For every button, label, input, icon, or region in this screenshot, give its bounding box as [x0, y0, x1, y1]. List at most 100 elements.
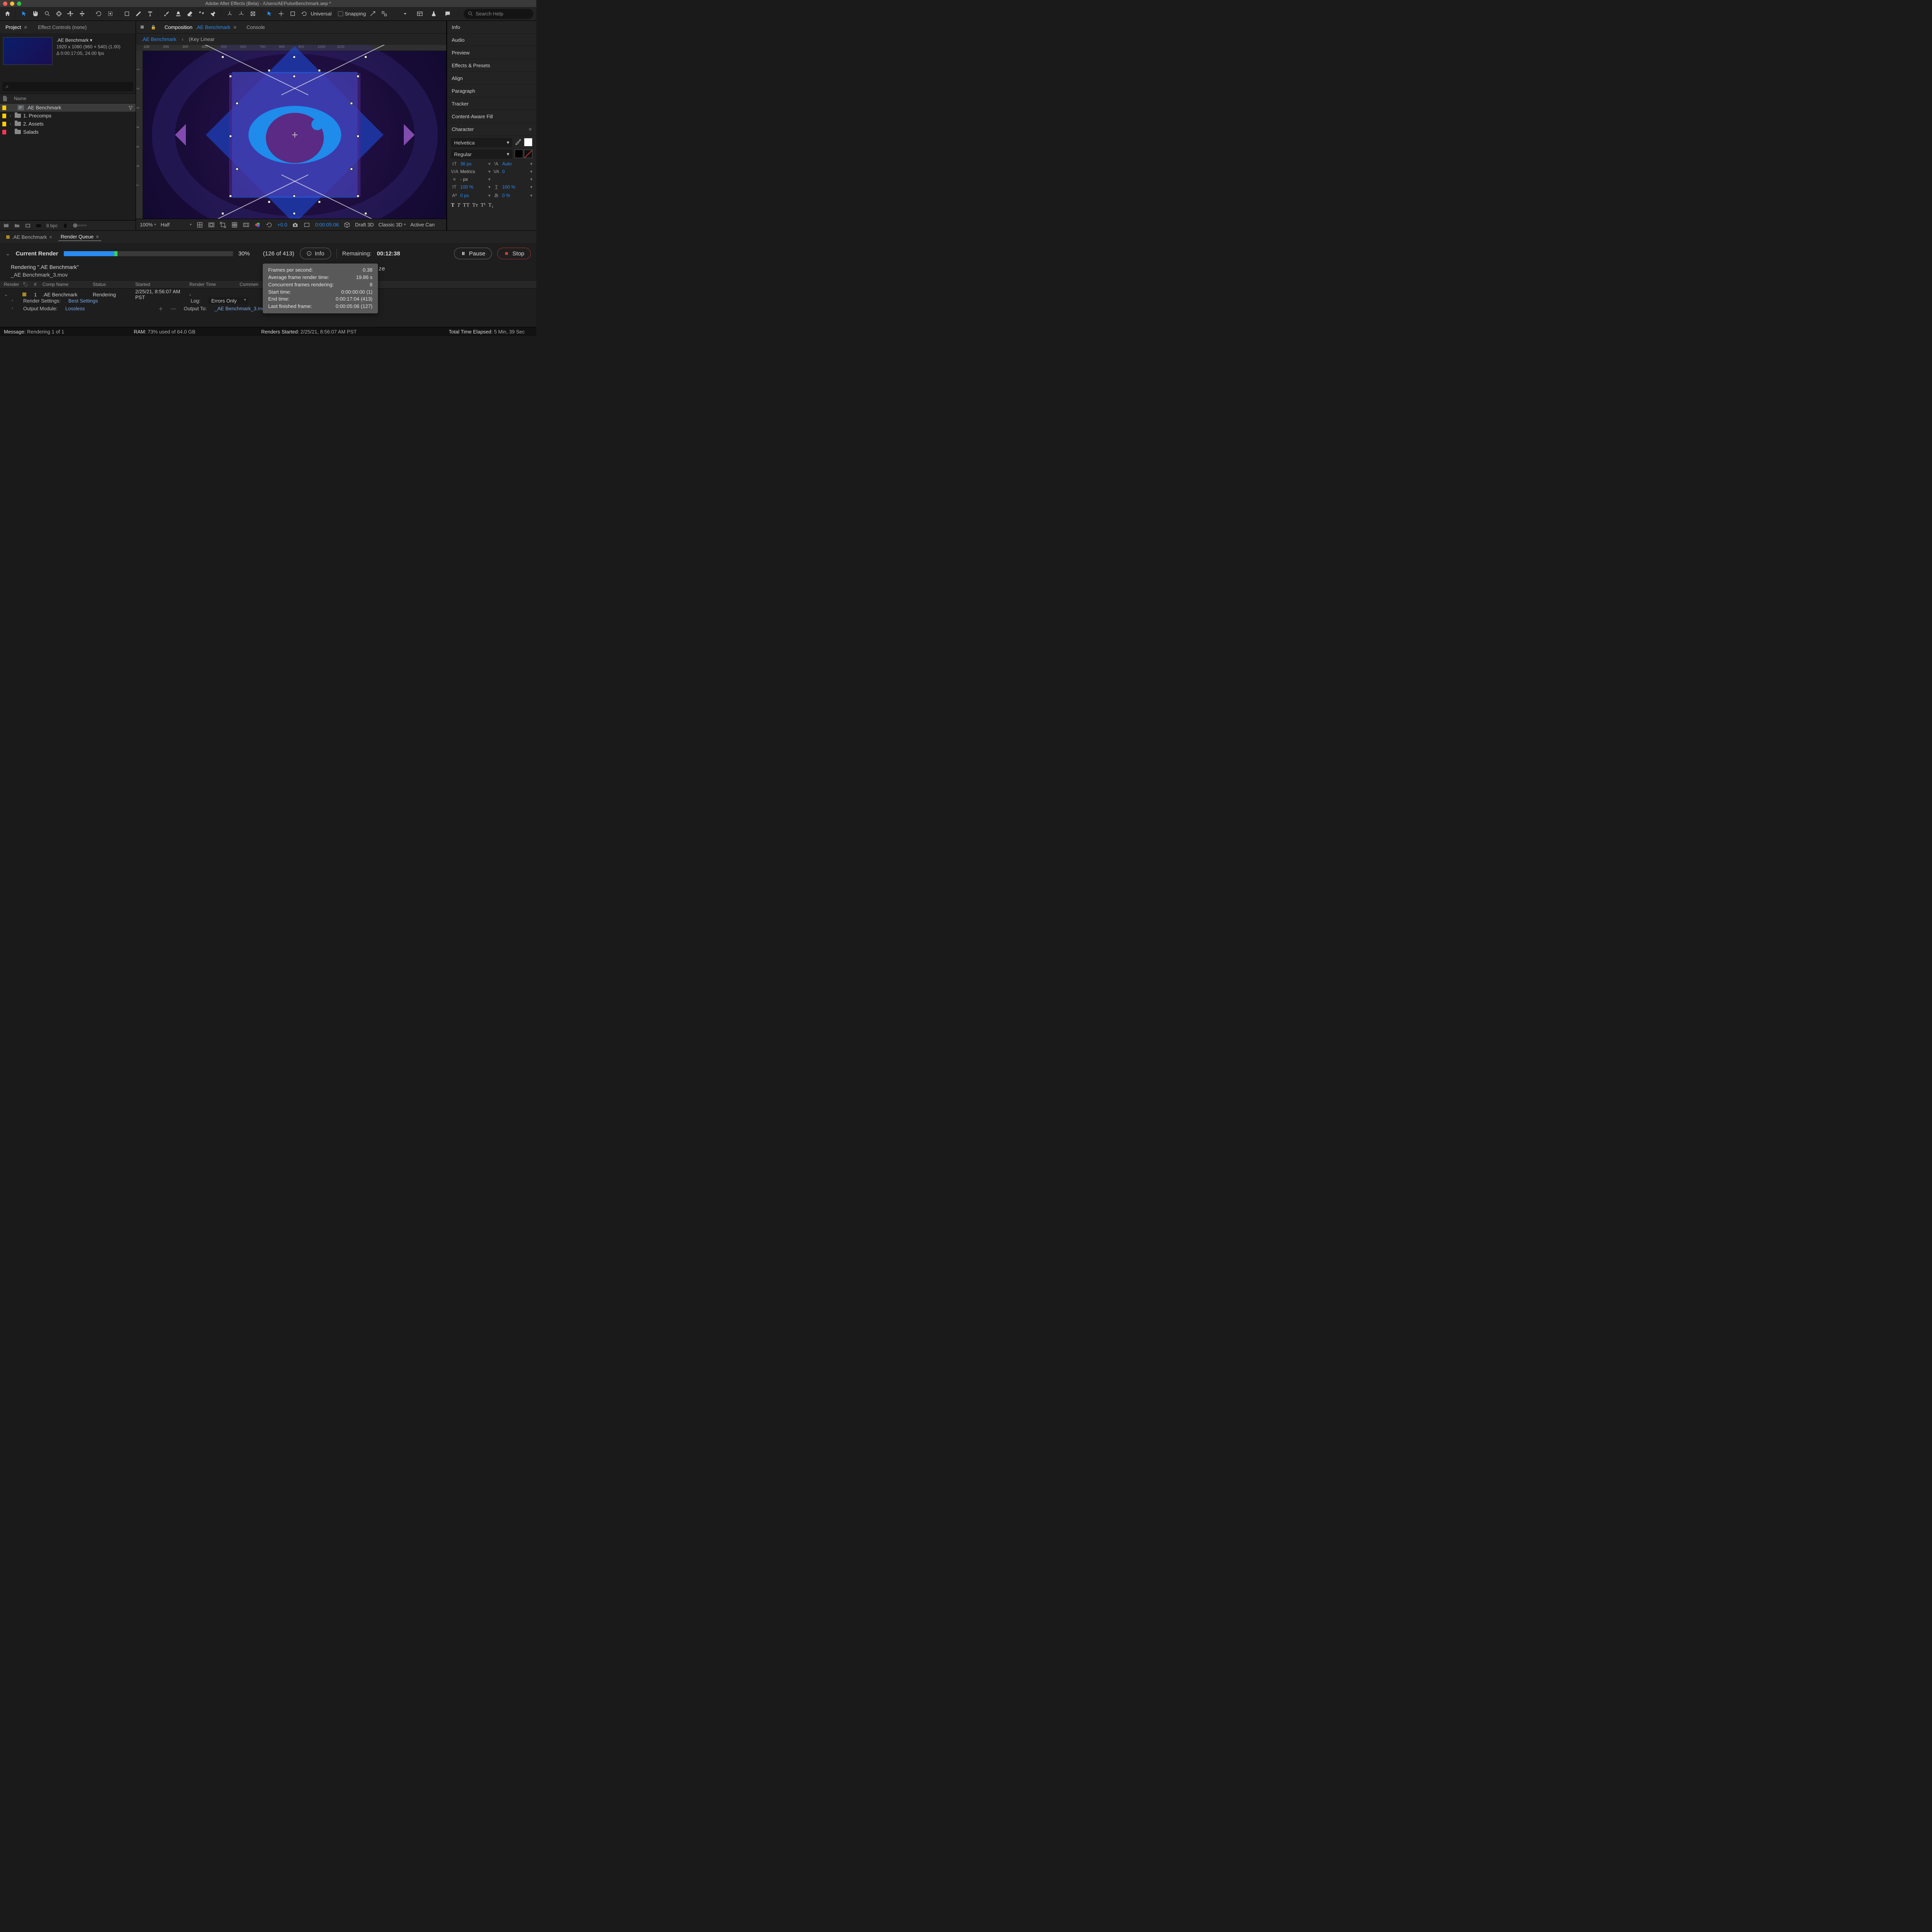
tsume-field[interactable]: あ0 %▾	[493, 192, 533, 199]
kerning-field[interactable]: V/AMetrics▾	[451, 169, 491, 174]
lock-icon[interactable]: 🔒	[151, 25, 156, 30]
eraser-tool-icon[interactable]	[185, 9, 195, 19]
output-to-value[interactable]: _AE Benchmark_3.mov	[214, 306, 267, 311]
stop-button[interactable]: Stop	[497, 248, 531, 259]
panel-preview[interactable]: Preview	[447, 46, 536, 59]
panel-content-aware[interactable]: Content-Aware Fill	[447, 110, 536, 123]
composition-canvas[interactable]	[143, 51, 446, 219]
snap-cross-icon[interactable]	[276, 9, 286, 19]
label-column-icon[interactable]	[3, 96, 7, 101]
panel-tracker[interactable]: Tracker	[447, 97, 536, 110]
baseline-field[interactable]: Aª0 px▾	[451, 192, 491, 199]
disclosure-icon[interactable]: ⌄	[5, 250, 10, 257]
bold-button[interactable]: T	[451, 202, 454, 209]
panel-align[interactable]: Align	[447, 72, 536, 85]
panel-menu-icon[interactable]: ≡	[96, 234, 99, 240]
composition-thumbnail[interactable]	[3, 37, 53, 65]
chevron-left-icon[interactable]: ‹	[182, 36, 183, 42]
overflow-icon[interactable]	[401, 9, 411, 19]
name-column-header[interactable]: Name	[14, 96, 26, 101]
zoom-dropdown[interactable]: 100%▾	[140, 222, 156, 228]
comp-nav-link[interactable]: .AE Benchmark	[141, 36, 176, 42]
trash-icon[interactable]	[62, 223, 68, 229]
home-icon[interactable]	[2, 9, 12, 19]
roto-tool-icon[interactable]	[196, 9, 206, 19]
axis-mode-label[interactable]: Universal	[311, 11, 332, 17]
mask-toggle-icon[interactable]	[208, 221, 215, 228]
log-dropdown[interactable]: Errors Only	[208, 298, 248, 304]
panel-paragraph[interactable]: Paragraph	[447, 85, 536, 97]
pen-tool-icon[interactable]	[133, 9, 143, 19]
clone-tool-icon[interactable]	[173, 9, 183, 19]
font-style-dropdown[interactable]: Regular▾	[451, 150, 512, 159]
workspace-icon[interactable]	[415, 9, 425, 19]
new-folder-icon[interactable]	[14, 223, 20, 229]
rotation-tool-icon[interactable]	[94, 9, 104, 19]
add-output-icon[interactable]: ＋	[158, 305, 163, 312]
leading-field[interactable]: ᵗAAuto▾	[493, 161, 533, 167]
project-item-folder[interactable]: › 2. Assets	[0, 120, 136, 128]
draft3d-toggle[interactable]: Draft 3D	[355, 222, 374, 228]
eyedropper-icon[interactable]	[515, 138, 522, 145]
thumbnail-size-slider[interactable]	[73, 224, 87, 226]
flowchart-icon[interactable]	[128, 105, 133, 111]
exposure-value[interactable]: +0.0	[277, 222, 287, 228]
renderer-dropdown[interactable]: Classic 3D▾	[378, 222, 406, 228]
italic-button[interactable]: T	[457, 202, 460, 209]
tab-timeline[interactable]: .AE Benchmark ×	[4, 233, 54, 241]
hand-tool-icon[interactable]	[31, 9, 41, 19]
tab-project[interactable]: Project≡	[4, 24, 29, 30]
fill-color-swatch[interactable]	[524, 138, 532, 146]
font-size-field[interactable]: τT36 px▾	[451, 161, 491, 167]
dolly-tool-icon[interactable]	[77, 9, 87, 19]
shape-tool-icon[interactable]	[122, 9, 132, 19]
flask-icon[interactable]	[429, 9, 439, 19]
new-comp-icon[interactable]	[25, 223, 31, 229]
fill-stroke-swatches[interactable]	[524, 138, 532, 147]
reset-exposure-icon[interactable]	[266, 221, 273, 228]
panel-menu-icon[interactable]: ≡	[24, 24, 27, 30]
snap-rotate-icon[interactable]	[299, 9, 309, 19]
project-item-folder[interactable]: › 1. Precomps	[0, 112, 136, 120]
macos-zoom[interactable]	[17, 2, 21, 6]
panel-effects-presets[interactable]: Effects & Presets	[447, 59, 536, 72]
selection-tool-icon[interactable]	[19, 9, 29, 19]
pause-button[interactable]: Pause	[454, 248, 492, 259]
font-family-dropdown[interactable]: Helvetica▾	[451, 138, 512, 147]
axis-world-icon[interactable]	[236, 9, 246, 19]
color-depth-icon[interactable]	[36, 223, 42, 229]
snap-grid-icon[interactable]	[379, 9, 389, 19]
current-timecode[interactable]: 0:00:05:06	[315, 222, 338, 228]
text-tool-icon[interactable]	[145, 9, 155, 19]
brush-tool-icon[interactable]	[162, 9, 172, 19]
disclosure-icon[interactable]: ›	[12, 298, 15, 303]
tab-effect-controls[interactable]: Effect Controls (none)	[36, 24, 88, 30]
macos-minimize[interactable]	[10, 2, 14, 6]
search-help-input[interactable]: Search Help	[464, 9, 533, 19]
camera-dropdown[interactable]: Active Can	[410, 222, 435, 228]
zoom-tool-icon[interactable]	[42, 9, 52, 19]
anchor-tool-icon[interactable]	[105, 9, 115, 19]
close-icon[interactable]: ×	[49, 234, 52, 240]
panel-menu-icon[interactable]: ≡	[529, 126, 532, 132]
project-search-input[interactable]: ⌕	[2, 82, 133, 91]
macos-close[interactable]	[3, 2, 7, 6]
chat-icon[interactable]	[442, 9, 452, 19]
superscript-button[interactable]: T¹	[481, 202, 486, 209]
disclosure-icon[interactable]: ›	[12, 306, 15, 311]
stroke-position-field[interactable]: ▾	[493, 177, 533, 182]
grid-icon[interactable]	[231, 221, 238, 228]
panel-menu-icon[interactable]: ≡	[233, 24, 236, 30]
channel-icon[interactable]	[254, 221, 261, 228]
pin-tool-icon[interactable]	[208, 9, 218, 19]
orbit-tool-icon[interactable]	[54, 9, 64, 19]
tab-composition[interactable]: Composition .AE Benchmark ≡	[163, 24, 238, 30]
snapshot-icon[interactable]	[292, 221, 299, 228]
guides-icon[interactable]	[243, 221, 250, 228]
bpc-label[interactable]: 8 bpc	[46, 223, 58, 228]
subscript-button[interactable]: T₁	[488, 202, 493, 209]
hscale-field[interactable]: T̲100 %▾	[493, 184, 533, 190]
panel-character-header[interactable]: Character ≡	[447, 123, 536, 136]
allcaps-button[interactable]: TT	[463, 202, 469, 209]
no-stroke-swatch[interactable]	[524, 150, 532, 158]
